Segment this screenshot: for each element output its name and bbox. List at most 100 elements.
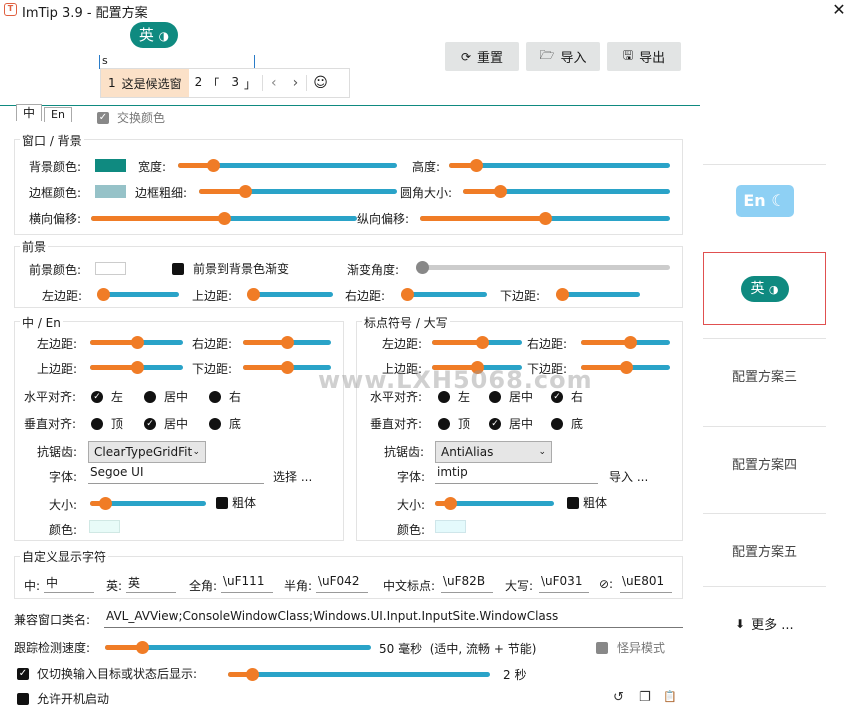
slider-thumb[interactable] (238, 185, 252, 198)
cn-bottom-slider[interactable] (243, 361, 331, 374)
reset-button[interactable]: ⟳ 重置 (445, 42, 519, 71)
cn-align-center-radio[interactable]: 居中 (144, 388, 188, 405)
slider-thumb[interactable] (245, 668, 259, 681)
border-color-swatch[interactable] (95, 185, 126, 198)
fg-bottom-slider[interactable] (556, 288, 640, 301)
slider-thumb[interactable] (97, 288, 110, 301)
slider-thumb[interactable] (619, 361, 633, 374)
slider-thumb[interactable] (99, 497, 113, 510)
punct-top-slider[interactable] (432, 361, 522, 374)
punct-valign-bottom-radio[interactable]: 底 (551, 415, 583, 432)
punct-align-right-radio[interactable]: ✓ 右 (551, 388, 583, 405)
punct-valign-middle-radio[interactable]: ✓ 居中 (489, 415, 533, 432)
tab-en[interactable]: En (44, 107, 72, 122)
tab-cn[interactable]: 中 (16, 104, 42, 121)
slider-thumb[interactable] (281, 361, 294, 374)
swap-colors-checkbox[interactable]: 交换颜色 (97, 109, 165, 126)
scheme-item-cn[interactable]: 英 ◑ (703, 252, 826, 325)
custom-caps-field[interactable]: \uF031 (539, 574, 589, 593)
gradient-angle-slider[interactable] (416, 261, 670, 274)
fg-left-slider[interactable] (97, 288, 179, 301)
slider-thumb[interactable] (471, 361, 484, 374)
slider-thumb[interactable] (247, 288, 260, 301)
cn-font-field[interactable]: Segoe UI (88, 465, 264, 484)
choose-font-link[interactable]: 选择 ... (273, 468, 312, 485)
slider-thumb[interactable] (207, 159, 221, 172)
scheme-item-5[interactable]: 配置方案五 (703, 513, 826, 587)
candidate-3[interactable]: 3」 (225, 75, 262, 92)
cn-size-slider[interactable] (90, 497, 206, 510)
cn-right-slider[interactable] (243, 336, 331, 349)
bg-color-swatch[interactable] (95, 159, 126, 172)
cn-bold-checkbox[interactable]: 粗体 (216, 494, 256, 511)
import-button[interactable]: 🗁 导入 (526, 42, 600, 71)
custom-fullwidth-field[interactable]: \uF111 (221, 574, 273, 593)
quirk-mode-checkbox[interactable]: 怪异模式 (596, 639, 665, 656)
cn-valign-bottom-radio[interactable]: 底 (209, 415, 241, 432)
punct-align-left-radio[interactable]: 左 (438, 388, 470, 405)
cn-valign-top-radio[interactable]: 顶 (91, 415, 123, 432)
scheme-item-4[interactable]: 配置方案四 (703, 426, 826, 500)
punct-align-center-radio[interactable]: 居中 (489, 388, 533, 405)
slider-thumb[interactable] (218, 212, 231, 225)
fg-right-slider[interactable] (401, 288, 487, 301)
slider-thumb[interactable] (416, 261, 429, 274)
width-slider[interactable] (178, 159, 397, 172)
custom-disabled-field[interactable]: \uE801 (620, 574, 672, 593)
slider-thumb[interactable] (539, 212, 552, 225)
radius-slider[interactable] (463, 185, 670, 198)
custom-en-field[interactable]: 英 (126, 574, 176, 593)
height-slider[interactable] (449, 159, 670, 172)
paste-icon[interactable]: 📋 (663, 690, 677, 703)
fg-top-slider[interactable] (247, 288, 333, 301)
punct-valign-top-radio[interactable]: 顶 (438, 415, 470, 432)
prev-page-icon[interactable]: ‹ (261, 75, 285, 91)
copy-icon[interactable]: ❐ (639, 690, 651, 705)
candidate-2[interactable]: 2 「 (189, 75, 226, 92)
scheme-item-en[interactable]: En ☾ (703, 164, 826, 236)
slider-thumb[interactable] (401, 288, 414, 301)
more-schemes-button[interactable]: ⬇ 更多 ... (735, 614, 794, 634)
slider-thumb[interactable] (475, 336, 489, 349)
slider-thumb[interactable] (623, 336, 637, 349)
cn-align-right-radio[interactable]: 右 (209, 388, 241, 405)
switch-only-checkbox[interactable]: 仅切换输入目标或状态后显示: (17, 665, 197, 682)
slider-thumb[interactable] (469, 159, 483, 172)
cn-valign-middle-radio[interactable]: ✓ 居中 (144, 415, 188, 432)
candidate-1[interactable]: 1 这是候选窗 (101, 69, 189, 97)
slider-thumb[interactable] (281, 336, 294, 349)
preview-input[interactable]: s (99, 55, 255, 69)
punct-antialias-select[interactable]: AntiAlias ⌄ (435, 441, 552, 463)
custom-cn-punct-field[interactable]: \uF82B (441, 574, 493, 593)
emoji-icon[interactable]: ☺ (306, 75, 334, 91)
h-offset-slider[interactable] (91, 212, 357, 225)
compat-classes-field[interactable]: AVL_AVView;ConsoleWindowClass;Windows.UI… (104, 609, 683, 628)
slider-thumb[interactable] (130, 361, 144, 374)
scheme-item-3[interactable]: 配置方案三 (703, 338, 826, 412)
slider-thumb[interactable] (136, 641, 150, 654)
punct-left-slider[interactable] (432, 336, 522, 349)
punct-bold-checkbox[interactable]: 粗体 (567, 494, 607, 511)
custom-cn-field[interactable]: 中 (44, 574, 94, 593)
fg-color-swatch[interactable] (95, 262, 126, 275)
punct-right-slider[interactable] (581, 336, 670, 349)
close-button[interactable]: ✕ (826, 0, 852, 20)
import-font-link[interactable]: 导入 ... (609, 468, 648, 485)
tracking-speed-slider[interactable] (105, 641, 371, 654)
punct-font-field[interactable]: imtip (435, 465, 598, 484)
autostart-checkbox[interactable]: 允许开机启动 (17, 690, 109, 707)
slider-thumb[interactable] (130, 336, 144, 349)
export-button[interactable]: 🖫 导出 (607, 42, 681, 71)
cn-color-swatch[interactable] (89, 520, 120, 533)
cn-top-slider[interactable] (90, 361, 183, 374)
undo-icon[interactable]: ↺ (613, 690, 624, 705)
next-page-icon[interactable]: › (285, 75, 307, 91)
punct-color-swatch[interactable] (435, 520, 466, 533)
cn-align-left-radio[interactable]: ✓ 左 (91, 388, 123, 405)
v-offset-slider[interactable] (420, 212, 670, 225)
punct-size-slider[interactable] (435, 497, 554, 510)
punct-bottom-slider[interactable] (581, 361, 670, 374)
custom-halfwidth-field[interactable]: \uF042 (316, 574, 368, 593)
gradient-checkbox[interactable]: 前景到背景色渐变 (172, 260, 289, 277)
display-duration-slider[interactable] (228, 668, 490, 681)
